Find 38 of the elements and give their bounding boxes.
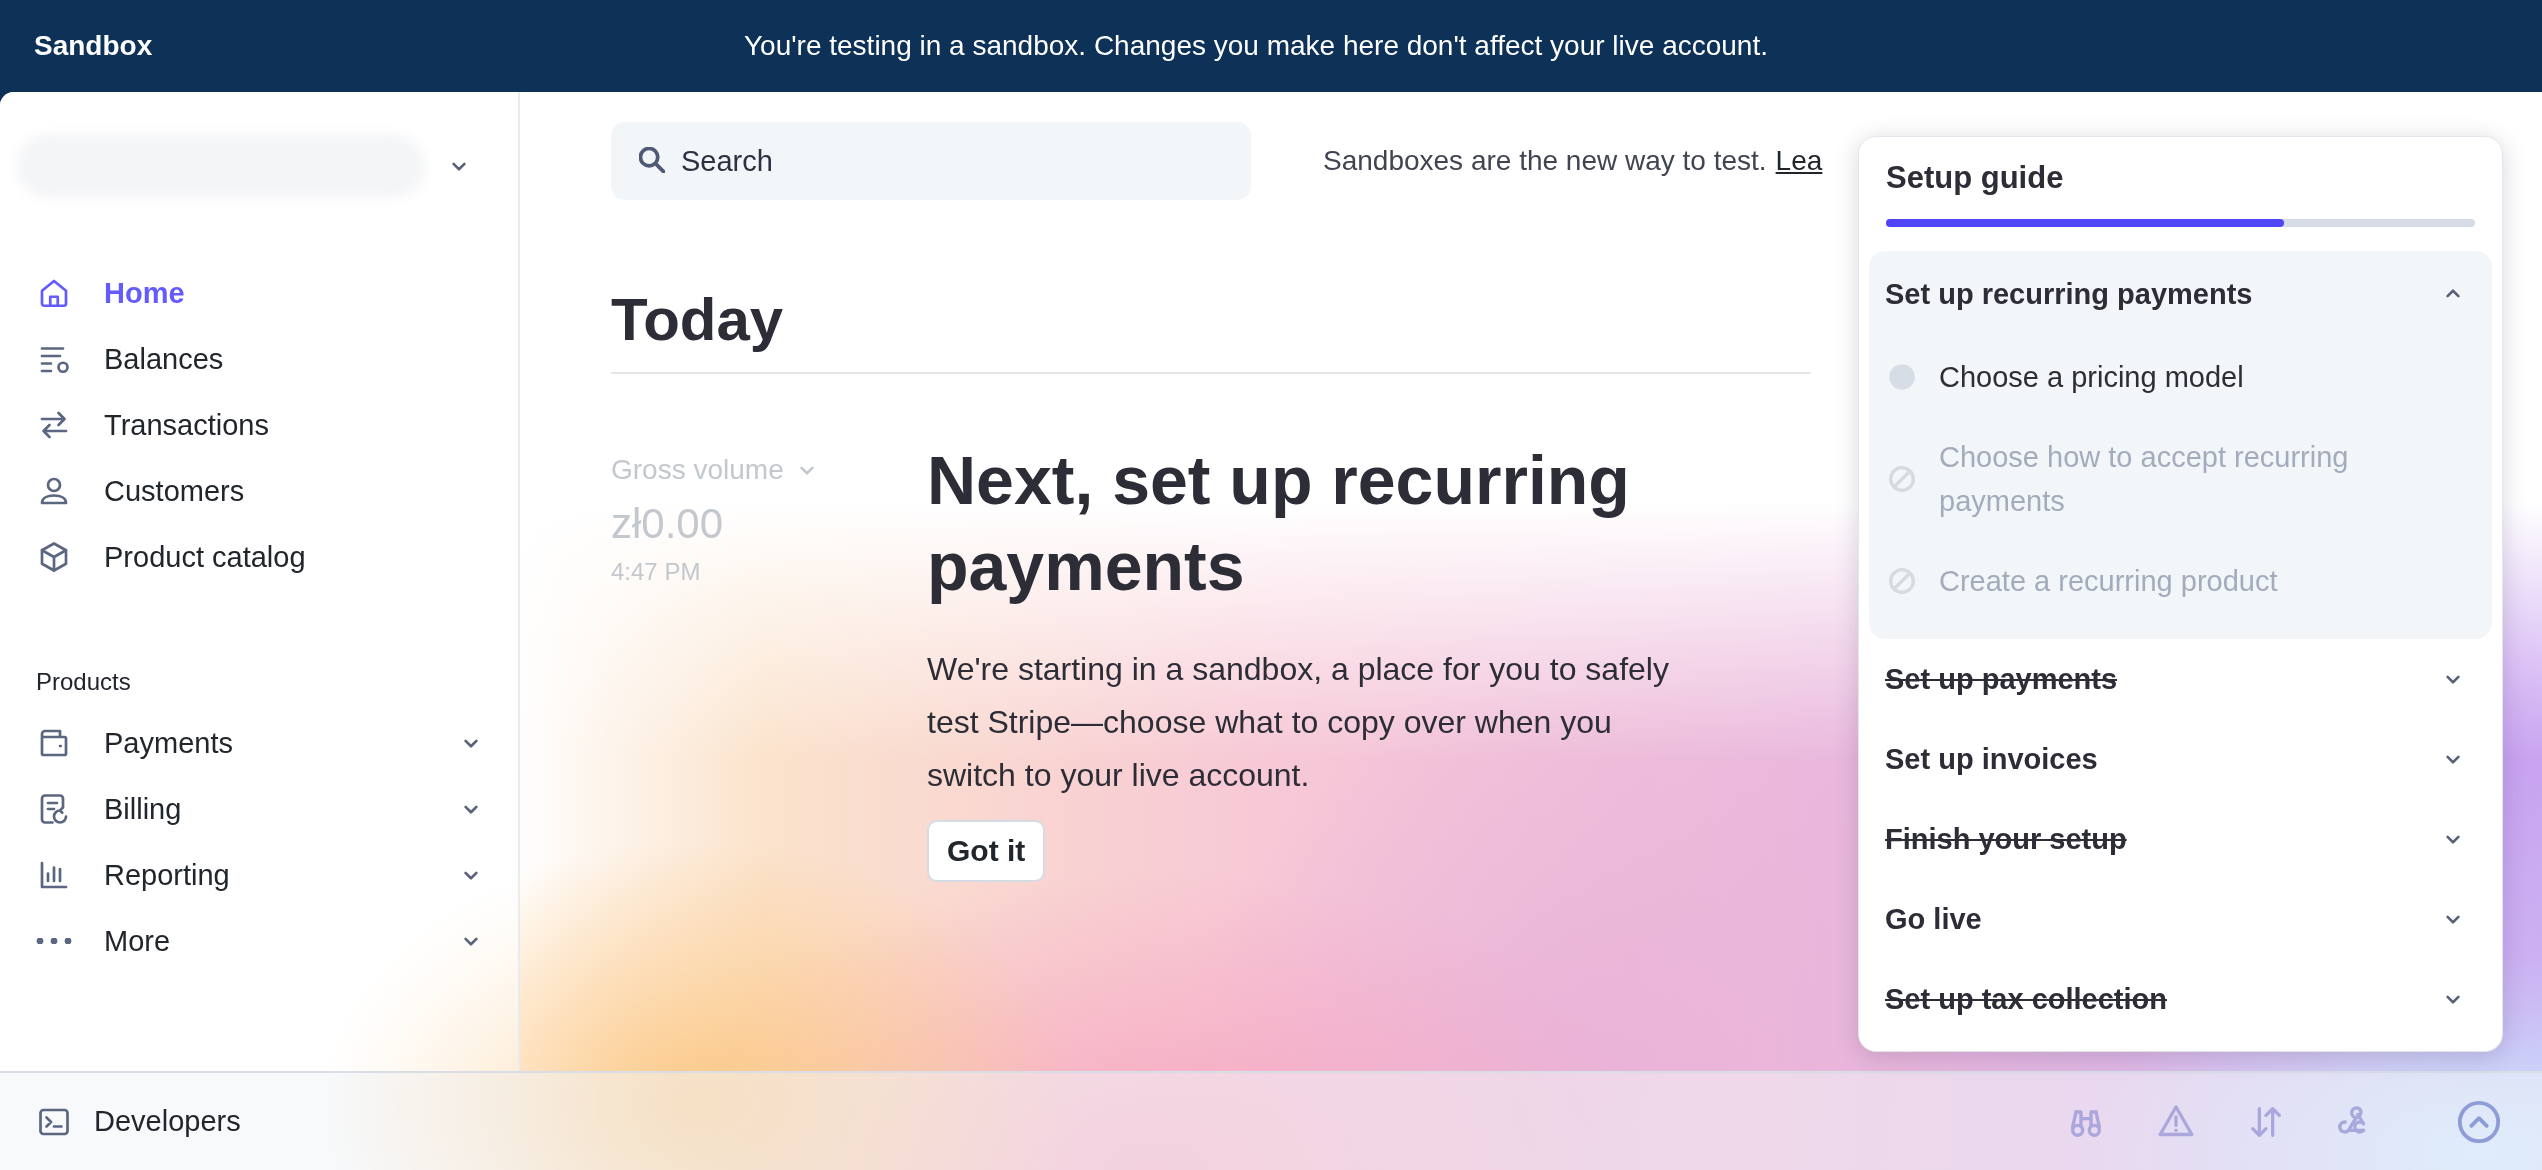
learn-more-link[interactable]: Lea bbox=[1775, 145, 1823, 177]
nav-item[interactable]: Product catalog bbox=[36, 524, 484, 590]
metric-value: zł0.00 bbox=[611, 500, 725, 548]
nav-item[interactable]: Balances bbox=[36, 326, 484, 392]
onboarding-heading: Next, set up recurring payments bbox=[927, 441, 1631, 606]
nav-item[interactable]: Home bbox=[36, 260, 484, 326]
nav-item[interactable]: Billing bbox=[36, 776, 484, 842]
step-link[interactable]: Choose a pricing model bbox=[1939, 355, 2244, 399]
page-title: Today bbox=[611, 274, 1811, 374]
section-title: Set up tax collection bbox=[1885, 982, 2167, 1016]
metric-label: Gross volume bbox=[611, 454, 784, 486]
section-row[interactable]: Set up tax collection bbox=[1869, 959, 2492, 1039]
sandbox-label: Sandbox bbox=[34, 30, 154, 62]
onboarding-text: We're starting in a sandbox, a place for you to safely test Stripe—choose what to copy over when you switch to your live account. bbox=[927, 650, 1670, 795]
section-title: Set up recurring payments bbox=[1885, 277, 2253, 311]
notice-text: Sandboxes are the new way to test. bbox=[1323, 145, 1767, 177]
section-label: Products bbox=[36, 668, 132, 696]
nav-item[interactable]: Reporting bbox=[36, 842, 484, 908]
section-row[interactable]: Go live bbox=[1869, 879, 2492, 959]
section-title: Finish your setup bbox=[1885, 822, 2127, 856]
section-title: Set up payments bbox=[1885, 662, 2118, 696]
banner-message: You're testing in a sandbox. Changes you make here don't affect your live account. bbox=[743, 30, 1769, 62]
search-field[interactable]: Search bbox=[611, 122, 1251, 200]
setup-guide-title: Setup guide bbox=[1885, 159, 2065, 197]
section-title: Set up invoices bbox=[1885, 742, 2098, 776]
got-it-button[interactable]: Got it bbox=[927, 820, 1046, 882]
nav-item[interactable]: More bbox=[36, 908, 484, 974]
section-row[interactable]: Finish your setup bbox=[1869, 799, 2492, 879]
metric-time: 4:47 PM bbox=[611, 558, 702, 586]
search-icon bbox=[639, 147, 665, 173]
section-title: Go live bbox=[1885, 902, 1982, 936]
dots-icon bbox=[36, 938, 72, 944]
section-row[interactable]: Set up invoices bbox=[1869, 719, 2492, 799]
nav-item[interactable]: Payments bbox=[36, 710, 484, 776]
section-row[interactable]: Set up payments bbox=[1869, 639, 2492, 719]
nav-item[interactable]: Customers bbox=[36, 458, 484, 524]
developers-button[interactable]: Developers bbox=[36, 1103, 241, 1140]
nav-item[interactable]: Transactions bbox=[36, 392, 484, 458]
